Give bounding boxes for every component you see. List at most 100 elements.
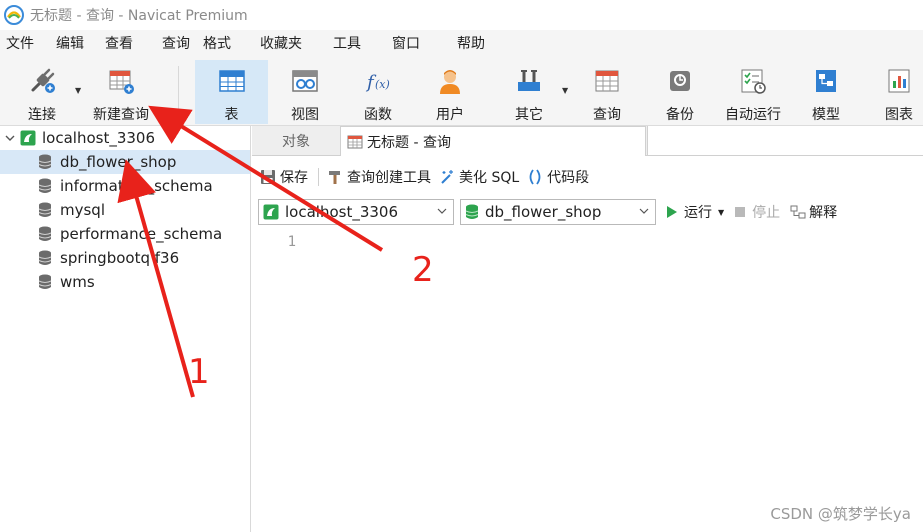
user-label: 用户 [436, 107, 464, 123]
function-button[interactable]: f (x) 函数 [353, 60, 403, 124]
database-icon [38, 202, 52, 217]
menu-favorites[interactable]: 收藏夹 [240, 30, 311, 58]
view-icon [292, 70, 318, 92]
table-label: 表 [224, 107, 239, 123]
stop-button[interactable]: 停止 [734, 202, 780, 222]
backup-label: 备份 [666, 107, 694, 123]
line-gutter: 1 [252, 228, 298, 532]
tab-objects-label: 对象 [282, 134, 310, 150]
tree-db-item[interactable]: wms [0, 270, 250, 294]
database-icon [38, 178, 52, 193]
code-snippet-button[interactable]: 代码段 [527, 167, 589, 187]
query-builder-button[interactable]: 查询创建工具 [327, 167, 431, 187]
db-name: db_flower_shop [60, 153, 177, 171]
sql-editor[interactable]: 1 CSDN @筑梦学长ya [252, 228, 923, 532]
tab-query[interactable]: 无标题 - 查询 [340, 126, 646, 156]
menu-format[interactable]: 格式 [199, 30, 240, 58]
table-icon [218, 70, 245, 92]
tree-db-item[interactable]: db_flower_shop [0, 150, 250, 174]
automation-button[interactable]: 自动运行 [720, 60, 786, 124]
save-label: 保存 [280, 170, 308, 186]
main-toolbar: 连接 ▼ 新建查询 表 视图 f (x) 函数 用户 其它 ▼ 查询 备份 自动… [0, 58, 923, 126]
tab-bar: 对象 无标题 - 查询 [252, 126, 923, 156]
menu-file[interactable]: 文件 [0, 30, 43, 58]
menu-window[interactable]: 窗口 [370, 30, 429, 58]
backup-icon [670, 71, 690, 91]
run-button[interactable]: 运行 ▼ [666, 202, 724, 222]
tree-db-item[interactable]: performance_schema [0, 222, 250, 246]
magic-wand-icon [441, 170, 453, 184]
other-label: 其它 [515, 107, 543, 123]
other-dropdown-icon[interactable]: ▼ [562, 86, 568, 95]
hammer-icon [329, 171, 340, 184]
database-icon [38, 250, 52, 265]
connect-button[interactable]: 连接 [14, 60, 70, 124]
database-select-value: db_flower_shop [485, 203, 602, 221]
tree-connection-node[interactable]: localhost_3306 [0, 126, 250, 150]
chevron-down-icon [437, 208, 447, 214]
database-icon [38, 274, 52, 289]
menu-edit[interactable]: 编辑 [43, 30, 93, 58]
db-name: mysql [60, 201, 105, 219]
query-toolbar: 保存 查询创建工具 美化 SQL 代码段 [252, 157, 923, 197]
user-icon [440, 70, 460, 94]
tree-db-item[interactable]: mysql [0, 198, 250, 222]
new-query-button[interactable]: 新建查询 [88, 60, 154, 124]
tab-objects[interactable]: 对象 [252, 126, 340, 156]
automation-icon [741, 69, 766, 94]
run-dropdown-icon[interactable]: ▼ [718, 208, 724, 217]
db-name: springbootq f36 [60, 249, 180, 267]
watermark-text: CSDN @筑梦学长ya [770, 505, 911, 523]
connection-select-value: localhost_3306 [285, 203, 399, 221]
code-snippet-label: 代码段 [547, 170, 590, 186]
title-bar: 无标题 - 查询 - Navicat Premium [0, 0, 923, 30]
explain-icon [790, 205, 806, 219]
chart-button[interactable]: 图表 [876, 60, 922, 124]
menu-help[interactable]: 帮助 [429, 30, 494, 58]
database-icon [38, 226, 52, 241]
tab-bar-empty-area [647, 126, 923, 156]
beautify-sql-button[interactable]: 美化 SQL [439, 167, 519, 187]
model-button[interactable]: 模型 [801, 60, 851, 124]
backup-button[interactable]: 备份 [655, 60, 705, 124]
view-button[interactable]: 视图 [280, 60, 330, 124]
mysql-connection-icon [20, 130, 36, 146]
menu-view[interactable]: 查看 [93, 30, 142, 58]
connect-dropdown-icon[interactable]: ▼ [75, 86, 81, 95]
connection-bar: localhost_3306 db_flower_shop 运行 ▼ 停止 解释 [252, 197, 923, 227]
automation-label: 自动运行 [725, 107, 781, 123]
menu-tools[interactable]: 工具 [311, 30, 370, 58]
stop-label: 停止 [752, 205, 781, 221]
svg-text:(x): (x) [375, 78, 390, 91]
other-button[interactable]: 其它 [504, 60, 554, 124]
explain-label: 解释 [809, 205, 838, 221]
view-label: 视图 [291, 107, 319, 123]
stop-icon [735, 207, 746, 217]
window-title: 无标题 - 查询 - Navicat Premium [30, 8, 248, 24]
explain-button[interactable]: 解释 [790, 202, 837, 222]
expand-chevron-icon[interactable] [4, 132, 16, 144]
user-button[interactable]: 用户 [425, 60, 475, 124]
database-green-icon [465, 204, 479, 219]
query-button[interactable]: 查询 [582, 60, 632, 124]
db-name: wms [60, 273, 95, 291]
menu-query[interactable]: 查询 [142, 30, 199, 58]
db-name: performance_schema [60, 225, 223, 243]
tab-query-label: 无标题 - 查询 [367, 134, 451, 151]
connect-label: 连接 [28, 107, 56, 123]
connection-select[interactable]: localhost_3306 [258, 199, 454, 225]
tree-db-item[interactable]: springbootq f36 [0, 246, 250, 270]
run-label: 运行 [684, 205, 712, 221]
function-icon: f (x) [365, 72, 390, 93]
query-builder-label: 查询创建工具 [347, 170, 431, 186]
database-icon [38, 154, 52, 169]
tree-db-item[interactable]: information_schema [0, 174, 250, 198]
table-button[interactable]: 表 [195, 60, 268, 124]
tools-icon [518, 70, 540, 91]
menu-bar: 文件 编辑 查看 查询 格式 收藏夹 工具 窗口 帮助 [0, 30, 923, 58]
database-select[interactable]: db_flower_shop [460, 199, 656, 225]
play-icon [667, 206, 677, 218]
chart-label: 图表 [885, 107, 913, 123]
toolbar-divider [318, 168, 319, 186]
save-button[interactable]: 保存 [260, 167, 308, 187]
